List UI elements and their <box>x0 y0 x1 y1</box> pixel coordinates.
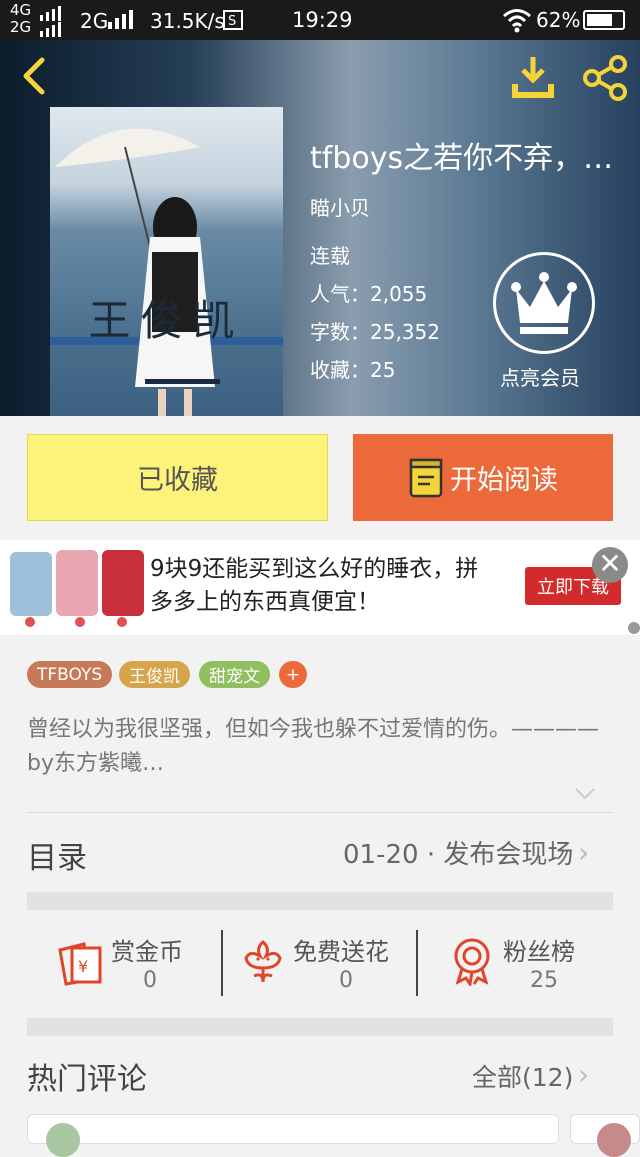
chevron-right-icon: › <box>578 836 590 869</box>
cover-illustration <box>50 128 283 416</box>
flower-icon[interactable] <box>242 938 284 986</box>
hot-comments-label: 热门评论 <box>27 1062 147 1097</box>
battery-percent: 62% <box>536 8 581 32</box>
add-tag-label: + <box>285 664 301 685</box>
share-button[interactable] <box>580 54 630 102</box>
favorited-label: 已收藏 <box>137 465 218 496</box>
chevron-down-icon[interactable] <box>574 787 596 801</box>
fan-ranking-value: 25 <box>530 968 558 993</box>
network-speed: 31.5K/s <box>150 9 225 33</box>
ad-text[interactable]: 9块9还能买到这么好的睡衣，拼多多上的东西真便宜！ <box>150 553 490 619</box>
network-2g-label: 2G <box>80 9 109 33</box>
battery-icon <box>583 10 625 30</box>
clock: 19:29 <box>292 8 353 32</box>
reward-coins-label[interactable]: 赏金币 <box>111 932 183 967</box>
ad-image <box>10 550 144 627</box>
comment-card[interactable] <box>27 1114 559 1157</box>
wifi-icon <box>503 9 531 33</box>
favorited-button[interactable]: 已收藏 <box>27 434 328 521</box>
book-title: tfboys之若你不弃，… <box>310 141 614 176</box>
book-favorites-count: 收藏：25 <box>310 358 396 382</box>
free-flower-label[interactable]: 免费送花 <box>293 932 389 967</box>
ad-info-icon[interactable] <box>628 622 640 634</box>
ad-close-button[interactable]: ✕ <box>592 547 628 583</box>
svg-text:¥: ¥ <box>78 957 88 976</box>
member-crown-button[interactable] <box>493 252 595 354</box>
chevron-right-icon: › <box>578 1058 590 1091</box>
red-envelope-icon[interactable]: ¥ <box>56 940 104 986</box>
divider <box>27 812 613 813</box>
book-word-count: 字数：25,352 <box>310 320 440 344</box>
tag-sweet-romance[interactable]: 甜宠文 <box>199 661 270 688</box>
book-status: 连载 <box>310 244 350 268</box>
status-bar: 4G 2G 2G 31.5K/s S 19:29 62% <box>0 0 640 40</box>
book-author[interactable]: 瞄小贝 <box>310 192 370 221</box>
cover-title-text: 王俊凯 <box>88 296 245 345</box>
tag-wangjunkai[interactable]: 王俊凯 <box>119 661 190 688</box>
tag-tfboys[interactable]: TFBOYS <box>27 661 113 688</box>
signal-bars-2-icon <box>108 10 133 29</box>
toc-label[interactable]: 目录 <box>27 833 87 877</box>
signal-bars-icon <box>40 6 61 37</box>
signal-4g-label: 4G <box>10 1 32 19</box>
start-reading-button[interactable]: 开始阅读 <box>353 434 613 521</box>
avatar[interactable] <box>597 1123 631 1157</box>
book-popularity: 人气：2,055 <box>310 282 428 306</box>
signal-2g-label: 2G <box>10 18 32 36</box>
start-reading-label: 开始阅读 <box>450 465 558 496</box>
medal-icon[interactable] <box>450 936 494 986</box>
book-cover[interactable]: 王俊凯 <box>50 107 283 416</box>
fan-ranking-label[interactable]: 粉丝榜 <box>503 932 575 967</box>
tag-label: 王俊凯 <box>129 667 180 687</box>
avatar[interactable] <box>46 1123 80 1157</box>
signal-indicator: 4G 2G <box>10 2 31 36</box>
all-comments-link[interactable]: 全部(12) <box>472 1058 573 1094</box>
reward-coins-value: 0 <box>143 968 157 993</box>
free-flower-value: 0 <box>339 968 353 993</box>
toc-latest-chapter[interactable]: 01-20 · 发布会现场 <box>343 834 573 871</box>
tag-label: 甜宠文 <box>209 667 260 687</box>
section-separator <box>27 1018 613 1036</box>
svg-text:S: S <box>228 14 236 29</box>
stat-divider <box>221 930 223 996</box>
book-icon <box>409 458 443 497</box>
download-button[interactable] <box>508 54 558 102</box>
member-label[interactable]: 点亮会员 <box>500 362 580 391</box>
crown-icon <box>511 272 577 334</box>
comment-card[interactable] <box>570 1114 640 1157</box>
section-separator <box>27 892 613 910</box>
add-tag-button[interactable]: + <box>279 661 307 688</box>
back-button[interactable] <box>16 56 56 96</box>
book-intro[interactable]: 曾经以为我很坚强，但如今我也躲不过爱情的伤。————by东方紫曦… <box>27 713 617 781</box>
tag-label: TFBOYS <box>37 664 103 685</box>
stat-divider <box>416 930 418 996</box>
data-saver-icon: S <box>223 10 243 30</box>
